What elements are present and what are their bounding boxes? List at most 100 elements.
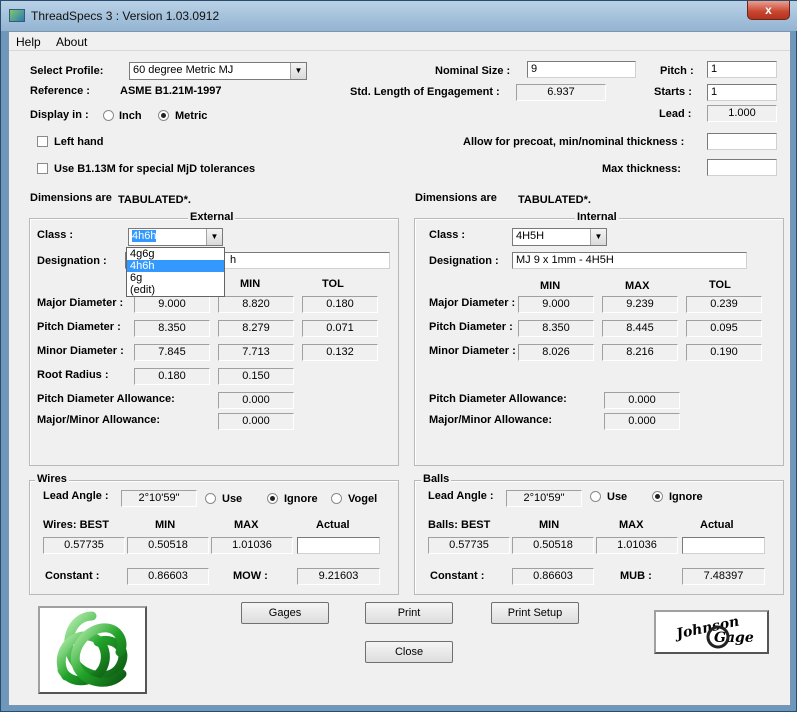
root-radius-label: Root Radius : [37, 369, 109, 381]
wires-min-value: 0.50518 [127, 537, 209, 554]
internal-mm-allowance-label: Major/Minor Allowance: [429, 414, 553, 426]
close-button[interactable]: Close [365, 641, 453, 663]
balls-legend: Balls [421, 473, 452, 485]
internal-class-select[interactable]: 4H5H ▼ [512, 228, 607, 246]
external-col-tol: TOL [322, 278, 344, 290]
client-area: Help About Select Profile: 60 degree Met… [8, 31, 791, 706]
trefoil-logo [38, 606, 147, 694]
menu-bar: Help About [9, 32, 790, 51]
external-pitch-min: 8.279 [218, 320, 294, 337]
internal-class-value: 4H5H [516, 230, 545, 242]
menu-help[interactable]: Help [16, 35, 41, 49]
title-bar[interactable]: ThreadSpecs 3 : Version 1.03.0912 x [1, 1, 797, 31]
internal-pitch-min: 8.350 [518, 320, 594, 337]
wires-use-label: Use [222, 493, 243, 505]
print-setup-button[interactable]: Print Setup [491, 602, 579, 624]
internal-minor-label: Minor Diameter : [429, 345, 516, 357]
display-inch-label: Inch [119, 110, 142, 122]
external-class-dropdown-list[interactable]: 4g6g 4h6h 6g (edit) [126, 247, 225, 297]
lead-label: Lead : [659, 108, 692, 120]
std-length-label: Std. Length of Engagement : [350, 86, 500, 98]
gage-ring-icon [706, 625, 730, 649]
menu-about[interactable]: About [56, 35, 87, 49]
balls-actual-input[interactable] [682, 537, 765, 554]
wires-actual-input[interactable] [297, 537, 380, 554]
starts-label: Starts : [654, 86, 692, 98]
external-col-min: MIN [240, 278, 261, 290]
external-major-label: Major Diameter : [37, 297, 124, 309]
external-class-select[interactable]: 4h6h ▼ [128, 228, 223, 246]
b113m-checkbox[interactable] [37, 163, 48, 174]
dims-right-status: TABULATED*. [518, 194, 591, 206]
display-label: Display in : [30, 109, 89, 121]
internal-designation-input[interactable]: MJ 9 x 1mm - 4H5H [512, 252, 747, 269]
display-metric-label: Metric [175, 110, 208, 122]
pitch-input[interactable]: 1 [707, 61, 777, 78]
starts-input[interactable]: 1 [707, 84, 777, 101]
print-button[interactable]: Print [365, 602, 453, 624]
internal-pitch-tol: 0.095 [686, 320, 762, 337]
app-icon [9, 9, 25, 22]
external-minor-max: 7.845 [134, 344, 210, 361]
wires-best-label: Wires: BEST [43, 519, 109, 531]
max-thickness-input[interactable] [707, 159, 777, 176]
internal-major-tol: 0.239 [686, 296, 762, 313]
external-major-min: 8.820 [218, 296, 294, 313]
profile-value: 60 degree Metric MJ [133, 64, 234, 76]
nominal-size-input[interactable]: 9 [527, 61, 636, 78]
balls-min-label: MIN [539, 519, 560, 531]
precoat-label: Allow for precoat, min/nominal thickness… [463, 136, 685, 148]
chevron-down-icon[interactable]: ▼ [590, 229, 606, 245]
display-inch-radio[interactable] [103, 110, 114, 121]
balls-lead-angle-value: 2°10'59" [506, 490, 582, 507]
balls-actual-label: Actual [700, 519, 734, 531]
wires-vogel-radio[interactable] [331, 493, 342, 504]
balls-best-label: Balls: BEST [428, 519, 491, 531]
internal-pd-allowance-value: 0.000 [604, 392, 680, 409]
mub-value: 7.48397 [682, 568, 765, 585]
left-hand-checkbox[interactable] [37, 136, 48, 147]
balls-ignore-radio[interactable] [652, 491, 663, 502]
chevron-down-icon[interactable]: ▼ [206, 229, 222, 245]
pitch-label: Pitch : [660, 65, 694, 77]
class-option[interactable]: 4g6g [127, 248, 224, 260]
johnson-gage-logo: Johnson Gage [654, 610, 769, 654]
internal-legend: Internal [575, 211, 619, 223]
class-option-selected[interactable]: 4h6h [127, 260, 224, 272]
internal-pitch-label: Pitch Diameter : [429, 321, 513, 333]
mub-label: MUB : [620, 570, 652, 582]
external-major-max: 9.000 [134, 296, 210, 313]
external-mm-allowance-value: 0.000 [218, 413, 294, 430]
window-close-button[interactable]: x [747, 1, 790, 20]
external-legend: External [188, 211, 236, 223]
internal-mm-allowance-value: 0.000 [604, 413, 680, 430]
reference-label: Reference : [30, 85, 90, 97]
external-class-label: Class : [37, 229, 74, 241]
precoat-input[interactable] [707, 133, 777, 150]
external-class-value: 4h6h [132, 230, 157, 242]
display-metric-radio[interactable] [158, 110, 169, 121]
wires-constant-label: Constant : [45, 570, 100, 582]
external-designation-label: Designation : [37, 255, 107, 267]
profile-select[interactable]: 60 degree Metric MJ ▼ [129, 62, 307, 80]
balls-lead-angle-label: Lead Angle : [428, 490, 494, 502]
internal-class-label: Class : [429, 229, 466, 241]
wires-use-radio[interactable] [205, 493, 216, 504]
internal-pitch-max: 8.445 [602, 320, 678, 337]
class-option[interactable]: (edit) [127, 284, 224, 296]
balls-ignore-label: Ignore [669, 491, 703, 503]
class-option[interactable]: 6g [127, 272, 224, 284]
max-thickness-label: Max thickness: [602, 163, 681, 175]
b113m-label: Use B1.13M for special MjD tolerances [54, 163, 256, 175]
gages-button[interactable]: Gages [241, 602, 329, 624]
balls-use-radio[interactable] [590, 491, 601, 502]
wires-ignore-radio[interactable] [267, 493, 278, 504]
internal-minor-max: 8.216 [602, 344, 678, 361]
wires-best-value: 0.57735 [43, 537, 125, 554]
balls-constant-value: 0.86603 [512, 568, 594, 585]
mow-value: 9.21603 [297, 568, 380, 585]
external-mm-allowance-label: Major/Minor Allowance: [37, 414, 161, 426]
wires-legend: Wires [35, 473, 69, 485]
reference-value: ASME B1.21M-1997 [120, 85, 222, 97]
chevron-down-icon[interactable]: ▼ [290, 63, 306, 79]
